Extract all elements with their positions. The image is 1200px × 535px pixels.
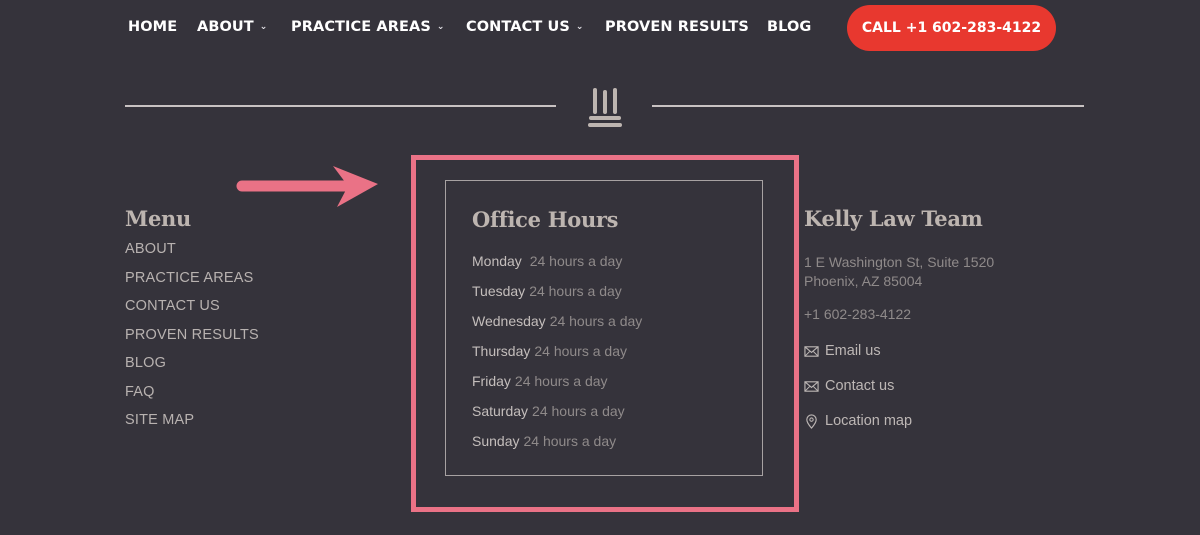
divider-right [652, 105, 1084, 107]
hours-row: Saturday 24 hours a day [472, 403, 625, 419]
menu-link-site-map[interactable]: SITE MAP [125, 412, 194, 428]
location-map-link[interactable]: Location map [804, 413, 912, 429]
location-map-label: Location map [825, 413, 913, 429]
nav-practice-areas-label: PRACTICE AREAS [291, 19, 431, 35]
nav-blog-label: BLOG [767, 19, 812, 35]
envelope-icon [804, 345, 819, 357]
hours-value: 24 hours a day [529, 283, 622, 299]
annotation-arrow-icon [236, 166, 378, 207]
hours-value: 24 hours a day [549, 313, 643, 329]
day-label: Saturday [472, 403, 529, 419]
chevron-down-icon: ⌄ [575, 22, 584, 32]
hours-row: Thursday 24 hours a day [472, 343, 627, 359]
menu-link-proven-results[interactable]: PROVEN RESULTS [125, 327, 259, 343]
phone-number[interactable]: +1 602-283-4122 [804, 305, 911, 324]
address-line-1: 1 E Washington St, Suite 1520 [804, 254, 995, 270]
hours-value: 24 hours a day [532, 403, 625, 419]
office-hours-title: Office Hours [472, 207, 619, 232]
nav-practice-areas[interactable]: PRACTICE AREAS ⌄ [291, 19, 445, 35]
hours-row: Tuesday 24 hours a day [472, 283, 622, 299]
pillars-icon [588, 88, 622, 127]
email-us-link[interactable]: Email us [804, 343, 881, 359]
envelope-icon [804, 380, 819, 392]
nav-about[interactable]: ABOUT ⌄ [197, 19, 267, 35]
hours-row: Wednesday 24 hours a day [472, 313, 642, 329]
menu-link-faq[interactable]: FAQ [125, 384, 155, 400]
top-navigation: HOME ABOUT ⌄ PRACTICE AREAS ⌄ CONTACT US ⌄ … [0, 0, 1200, 56]
email-us-label: Email us [825, 343, 881, 359]
nav-blog[interactable]: BLOG [767, 19, 811, 35]
hours-value: 24 hours a day [529, 253, 623, 269]
nav-proven-results-label: PROVEN RESULTS [605, 19, 749, 35]
chevron-down-icon: ⌄ [436, 22, 445, 32]
hours-value: 24 hours a day [514, 373, 608, 389]
nav-contact-us-label: CONTACT US [466, 19, 570, 35]
hours-row: Friday 24 hours a day [472, 373, 608, 389]
menu-link-practice-areas[interactable]: PRACTICE AREAS [125, 270, 254, 286]
menu-title: Menu [125, 206, 191, 231]
menu-link-about[interactable]: ABOUT [125, 241, 176, 257]
firm-name-title: Kelly Law Team [804, 206, 983, 231]
day-label: Wednesday [472, 313, 546, 329]
day-label: Sunday [472, 433, 520, 449]
address-line-2: Phoenix, AZ 85004 [804, 273, 923, 289]
menu-link-contact-us[interactable]: CONTACT US [125, 298, 220, 314]
hours-row: Sunday 24 hours a day [472, 433, 616, 449]
call-button[interactable]: CALL +1 602-283-4122 [847, 5, 1056, 51]
hours-row: Monday 24 hours a day [472, 253, 622, 269]
nav-contact-us[interactable]: CONTACT US ⌄ [466, 19, 584, 35]
day-label: Thursday [472, 343, 531, 359]
divider-left [125, 105, 556, 107]
menu-link-blog[interactable]: BLOG [125, 355, 166, 371]
nav-home[interactable]: HOME [128, 19, 177, 35]
day-label: Monday [472, 253, 526, 269]
hours-value: 24 hours a day [523, 433, 617, 449]
chevron-down-icon: ⌄ [259, 22, 268, 32]
day-label: Friday [472, 373, 511, 389]
day-label: Tuesday [472, 283, 526, 299]
nav-proven-results[interactable]: PROVEN RESULTS [605, 19, 749, 35]
map-pin-icon [806, 413, 817, 429]
nav-about-label: ABOUT [197, 19, 254, 35]
nav-home-label: HOME [128, 19, 178, 35]
hours-value: 24 hours a day [534, 343, 627, 359]
contact-us-link[interactable]: Contact us [804, 378, 894, 394]
contact-us-label: Contact us [825, 378, 895, 394]
